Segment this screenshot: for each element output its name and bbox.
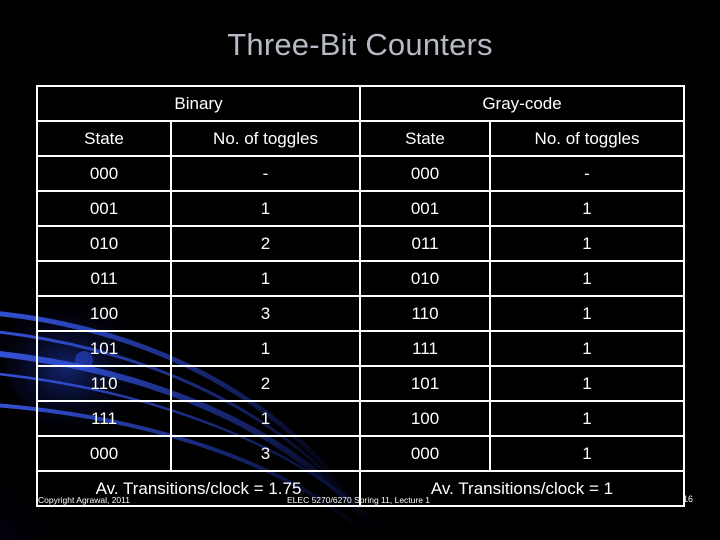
table-row: 011 1 010 1 bbox=[36, 260, 685, 295]
cell-binary-state: 101 bbox=[36, 330, 170, 365]
table-row: 000 3 000 1 bbox=[36, 435, 685, 470]
group-header-binary: Binary bbox=[36, 85, 359, 120]
column-header-gray-toggles: No. of toggles bbox=[489, 120, 685, 155]
cell-binary-state: 010 bbox=[36, 225, 170, 260]
cell-gray-state: 000 bbox=[359, 435, 489, 470]
cell-gray-state: 001 bbox=[359, 190, 489, 225]
cell-gray-toggles: 1 bbox=[489, 225, 685, 260]
cell-gray-toggles: 1 bbox=[489, 190, 685, 225]
cell-gray-state: 110 bbox=[359, 295, 489, 330]
table-row: 010 2 011 1 bbox=[36, 225, 685, 260]
cell-binary-state: 111 bbox=[36, 400, 170, 435]
cell-binary-toggles: 1 bbox=[170, 260, 359, 295]
group-header-gray-code: Gray-code bbox=[359, 85, 685, 120]
cell-binary-state: 000 bbox=[36, 435, 170, 470]
cell-gray-toggles: - bbox=[489, 155, 685, 190]
cell-gray-toggles: 1 bbox=[489, 260, 685, 295]
cell-gray-state: 000 bbox=[359, 155, 489, 190]
cell-binary-state: 011 bbox=[36, 260, 170, 295]
cell-binary-toggles: 3 bbox=[170, 295, 359, 330]
cell-binary-state: 100 bbox=[36, 295, 170, 330]
cell-gray-state: 100 bbox=[359, 400, 489, 435]
table-row: 001 1 001 1 bbox=[36, 190, 685, 225]
footer-page-number: 16 bbox=[683, 494, 694, 504]
cell-gray-toggles: 1 bbox=[489, 365, 685, 400]
cell-binary-toggles: 3 bbox=[170, 435, 359, 470]
cell-gray-toggles: 1 bbox=[489, 400, 685, 435]
cell-binary-state: 001 bbox=[36, 190, 170, 225]
cell-gray-toggles: 1 bbox=[489, 330, 685, 365]
cell-binary-toggles: 1 bbox=[170, 400, 359, 435]
cell-binary-toggles: 2 bbox=[170, 225, 359, 260]
cell-binary-state: 000 bbox=[36, 155, 170, 190]
cell-gray-toggles: 1 bbox=[489, 295, 685, 330]
cell-binary-toggles: 1 bbox=[170, 190, 359, 225]
table-row: 100 3 110 1 bbox=[36, 295, 685, 330]
column-header-gray-state: State bbox=[359, 120, 489, 155]
table-group-header-row: Binary Gray-code bbox=[36, 85, 685, 120]
table-sub-header-row: State No. of toggles State No. of toggle… bbox=[36, 120, 685, 155]
cell-gray-state: 111 bbox=[359, 330, 489, 365]
column-header-binary-toggles: No. of toggles bbox=[170, 120, 359, 155]
table-row: 000 - 000 - bbox=[36, 155, 685, 190]
table-row: 111 1 100 1 bbox=[36, 400, 685, 435]
cell-gray-toggles: 1 bbox=[489, 435, 685, 470]
cell-gray-state: 011 bbox=[359, 225, 489, 260]
cell-gray-state: 010 bbox=[359, 260, 489, 295]
cell-binary-toggles: 2 bbox=[170, 365, 359, 400]
cell-gray-state: 101 bbox=[359, 365, 489, 400]
cell-binary-toggles: 1 bbox=[170, 330, 359, 365]
table-row: 101 1 111 1 bbox=[36, 330, 685, 365]
column-header-binary-state: State bbox=[36, 120, 170, 155]
three-bit-counter-table: Binary Gray-code State No. of toggles St… bbox=[36, 85, 685, 507]
cell-binary-state: 110 bbox=[36, 365, 170, 400]
slide-canvas: Three-Bit Counters Binary Gray-code Stat… bbox=[0, 0, 720, 540]
page-title: Three-Bit Counters bbox=[227, 27, 493, 62]
cell-binary-toggles: - bbox=[170, 155, 359, 190]
footer-copyright: Copyright Agrawal, 2011 bbox=[38, 495, 130, 505]
footer-course-label: ELEC 5270/6270 Spring 11, Lecture 1 bbox=[287, 495, 431, 505]
table-row: 110 2 101 1 bbox=[36, 365, 685, 400]
